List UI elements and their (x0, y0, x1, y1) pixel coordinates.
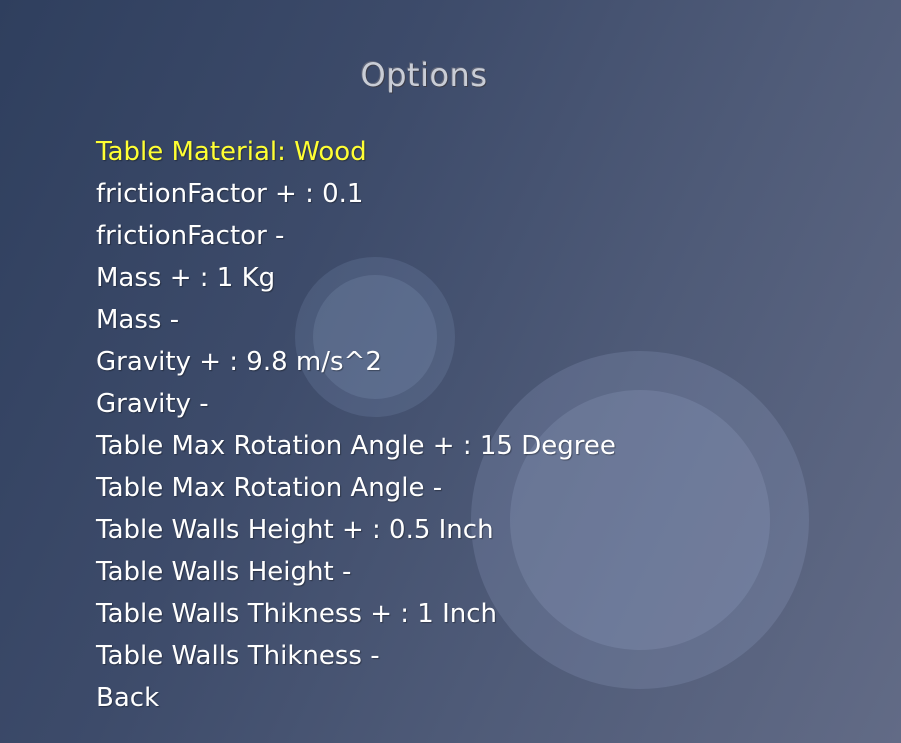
menu-item-walls-thickness-increase[interactable]: Table Walls Thikness + : 1 Inch (96, 593, 616, 635)
menu-item-gravity-decrease[interactable]: Gravity - (96, 383, 616, 425)
menu-item-friction-factor-increase[interactable]: frictionFactor + : 0.1 (96, 173, 616, 215)
options-menu: Table Material: Wood frictionFactor + : … (96, 131, 616, 719)
menu-item-friction-factor-decrease[interactable]: frictionFactor - (96, 215, 616, 257)
menu-item-gravity-increase[interactable]: Gravity + : 9.8 m/s^2 (96, 341, 616, 383)
menu-item-walls-thickness-decrease[interactable]: Table Walls Thikness - (96, 635, 616, 677)
menu-item-max-rotation-decrease[interactable]: Table Max Rotation Angle - (96, 467, 616, 509)
menu-item-walls-height-decrease[interactable]: Table Walls Height - (96, 551, 616, 593)
menu-item-walls-height-increase[interactable]: Table Walls Height + : 0.5 Inch (96, 509, 616, 551)
menu-item-table-material[interactable]: Table Material: Wood (96, 131, 616, 173)
menu-item-mass-decrease[interactable]: Mass - (96, 299, 616, 341)
back-button[interactable]: Back (96, 677, 616, 719)
menu-item-mass-increase[interactable]: Mass + : 1 Kg (96, 257, 616, 299)
page-title: Options (360, 56, 488, 94)
menu-item-max-rotation-increase[interactable]: Table Max Rotation Angle + : 15 Degree (96, 425, 616, 467)
